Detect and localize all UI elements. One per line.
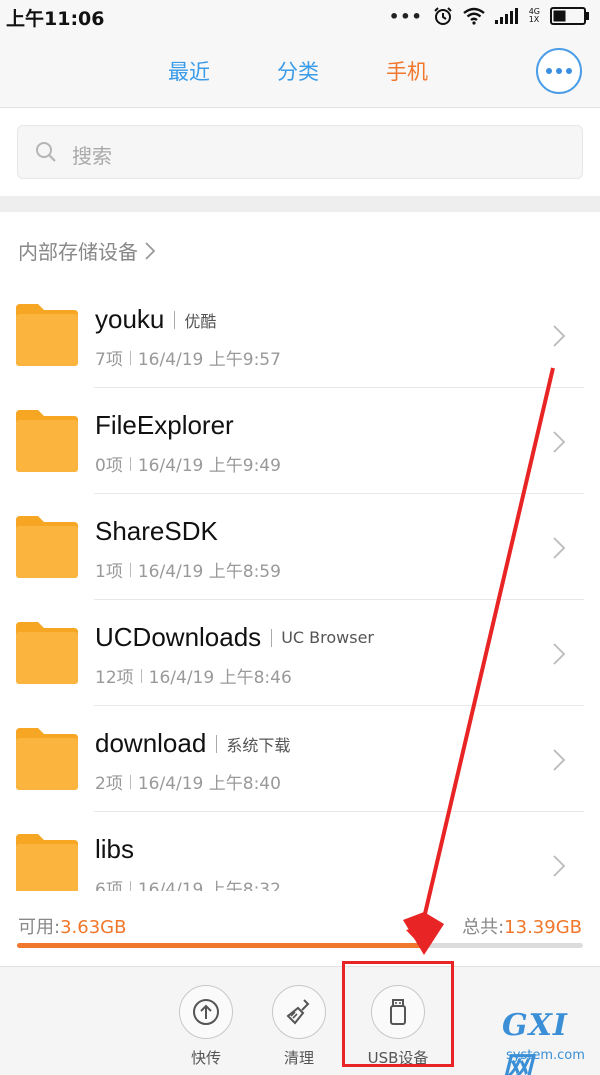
watermark-logo: GXI网 system.com <box>498 1008 598 1075</box>
watermark-site: system.com <box>506 1048 585 1063</box>
watermark-mark: GXI网 <box>502 1008 568 1075</box>
annotation-arrow <box>403 367 555 955</box>
annotation-highlight-box <box>342 961 454 1067</box>
